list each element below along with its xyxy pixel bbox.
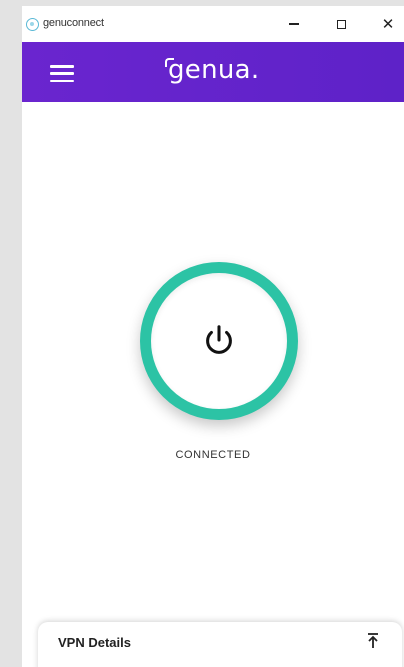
expand-up-icon[interactable]: [366, 632, 380, 650]
close-button[interactable]: ✕: [374, 12, 402, 36]
connection-status: CONNECTED: [175, 449, 251, 461]
minimize-icon: [289, 23, 299, 25]
close-icon: ✕: [381, 15, 395, 33]
app-header: genua.: [22, 42, 404, 102]
vpn-details-title: VPN Details: [58, 635, 131, 650]
app-window: genuconnect ✕ genua. CONNECTED VPN Detai…: [22, 6, 404, 667]
maximize-button[interactable]: [327, 12, 355, 36]
vpn-details-panel[interactable]: VPN Details: [38, 622, 402, 667]
brand-logo: genua.: [168, 55, 260, 85]
connect-toggle-button[interactable]: [140, 262, 298, 420]
power-icon: [206, 325, 232, 354]
window-title: genuconnect: [43, 17, 104, 29]
genuconnect-logo-icon: [26, 18, 39, 31]
hamburger-menu-icon[interactable]: [50, 65, 74, 82]
main-content: CONNECTED VPN Details: [22, 102, 404, 667]
window-titlebar[interactable]: genuconnect ✕: [22, 6, 404, 42]
minimize-button[interactable]: [280, 12, 308, 36]
maximize-icon: [336, 19, 346, 29]
